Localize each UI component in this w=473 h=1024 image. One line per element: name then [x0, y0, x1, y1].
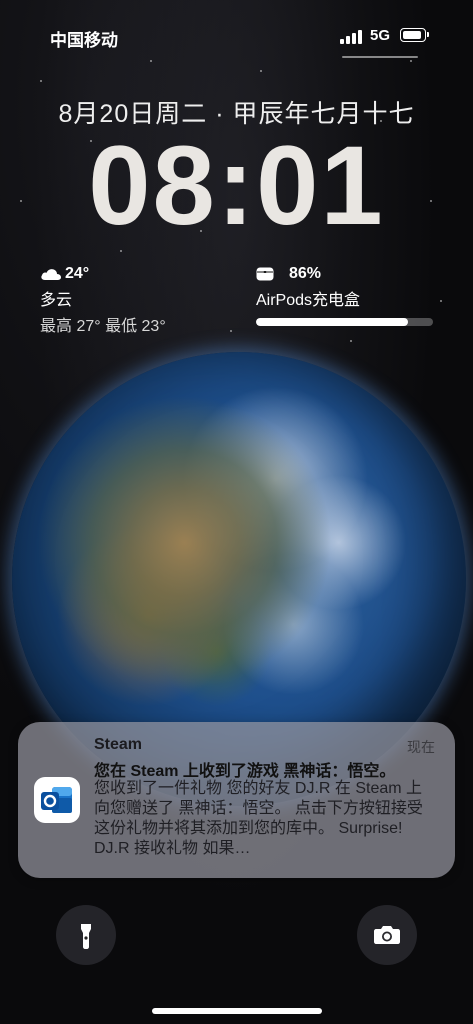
- airpods-battery-fill: [256, 318, 409, 326]
- status-bar: 中国移动 5G: [0, 26, 473, 50]
- weather-temperature: 24°: [65, 265, 90, 282]
- signal-icon: [340, 30, 364, 44]
- network-label: 5G: [370, 27, 391, 44]
- star: [260, 70, 262, 72]
- star: [150, 60, 152, 62]
- airpods-name: AirPods充电盒: [256, 292, 361, 309]
- weather-condition: 多云: [40, 292, 73, 309]
- flashlight-button[interactable]: [56, 905, 116, 965]
- notification-app-name: Steam: [94, 736, 143, 753]
- camera-icon: [374, 926, 400, 944]
- camera-button[interactable]: [357, 905, 417, 965]
- battery-icon: [400, 28, 429, 42]
- airpods-battery-widget[interactable]: 86% AirPods充电盒: [256, 265, 433, 326]
- cloud-icon: [40, 267, 62, 281]
- control-center-indicator[interactable]: [342, 56, 418, 58]
- airpods-percent: 86%: [289, 265, 322, 282]
- star: [410, 60, 412, 62]
- notification-body: 您收到了一件礼物 您的好友 DJ.R 在 Steam 上向您赠送了 黑神话：悟空…: [94, 780, 423, 857]
- notification-card[interactable]: Steam 现在 您在 Steam 上收到了游戏 黑神话：悟空。 您收到了一件礼…: [18, 722, 455, 878]
- flashlight-icon: [81, 924, 91, 949]
- airpods-case-icon: [256, 267, 274, 281]
- home-indicator[interactable]: [152, 1008, 322, 1014]
- weather-high-low: 最高 27° 最低 23°: [40, 318, 166, 335]
- notification-title: 您在 Steam 上收到了游戏 黑神话：悟空。: [94, 763, 396, 780]
- notification-time: 现在: [407, 739, 435, 755]
- star: [350, 340, 352, 342]
- outlook-icon: [34, 777, 80, 823]
- star: [120, 250, 122, 252]
- star: [40, 80, 42, 82]
- weather-widget[interactable]: 24° 多云 最高 27° 最低 23°: [40, 265, 166, 336]
- star: [440, 300, 442, 302]
- star: [230, 330, 232, 332]
- carrier-label: 中国移动: [50, 31, 118, 50]
- lock-time: 08:01: [88, 123, 385, 248]
- airpods-battery-bar: [256, 318, 433, 326]
